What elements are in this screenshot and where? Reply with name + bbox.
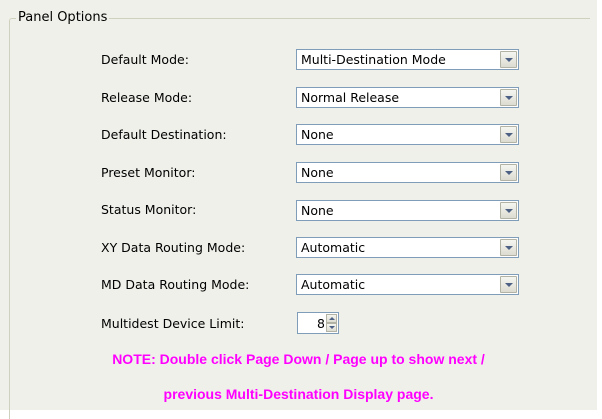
status-monitor-value: None	[301, 203, 334, 218]
default-mode-value: Multi-Destination Mode	[301, 52, 446, 67]
md-routing-label: MD Data Routing Mode:	[101, 277, 250, 292]
status-monitor-dropdown[interactable]: None	[296, 200, 519, 221]
default-destination-label: Default Destination:	[101, 127, 227, 142]
chevron-down-icon[interactable]	[500, 51, 517, 68]
release-mode-dropdown[interactable]: Normal Release	[296, 87, 519, 108]
default-destination-value: None	[301, 127, 334, 142]
release-mode-label: Release Mode:	[101, 90, 193, 105]
preset-monitor-label: Preset Monitor:	[101, 165, 196, 180]
arrow-down-icon[interactable]	[326, 323, 337, 332]
device-limit-value[interactable]: 8	[317, 316, 325, 331]
preset-monitor-dropdown[interactable]: None	[296, 162, 519, 183]
chevron-down-icon[interactable]	[500, 202, 517, 219]
md-routing-value: Automatic	[301, 277, 366, 292]
chevron-down-icon[interactable]	[500, 89, 517, 106]
arrow-up-icon[interactable]	[326, 314, 337, 323]
md-routing-dropdown[interactable]: Automatic	[296, 274, 519, 295]
default-mode-dropdown[interactable]: Multi-Destination Mode	[296, 49, 519, 70]
groupbox-title: Panel Options	[16, 9, 110, 26]
device-limit-label: Multidest Device Limit:	[101, 316, 245, 331]
xy-routing-dropdown[interactable]: Automatic	[296, 237, 519, 258]
xy-routing-label: XY Data Routing Mode:	[101, 240, 246, 255]
window-edge	[597, 0, 602, 410]
status-monitor-label: Status Monitor:	[101, 202, 197, 217]
release-mode-value: Normal Release	[301, 90, 400, 105]
default-mode-label: Default Mode:	[101, 52, 189, 67]
chevron-down-icon[interactable]	[500, 239, 517, 256]
default-destination-dropdown[interactable]: None	[296, 124, 519, 145]
device-limit-spinner[interactable]: 8	[297, 312, 339, 334]
xy-routing-value: Automatic	[301, 240, 366, 255]
preset-monitor-value: None	[301, 165, 334, 180]
chevron-down-icon[interactable]	[500, 126, 517, 143]
note-line-1: NOTE: Double click Page Down / Page up t…	[112, 351, 485, 367]
chevron-down-icon[interactable]	[500, 276, 517, 293]
chevron-down-icon[interactable]	[500, 164, 517, 181]
note-line-2: previous Multi-Destination Display page.	[163, 386, 434, 402]
